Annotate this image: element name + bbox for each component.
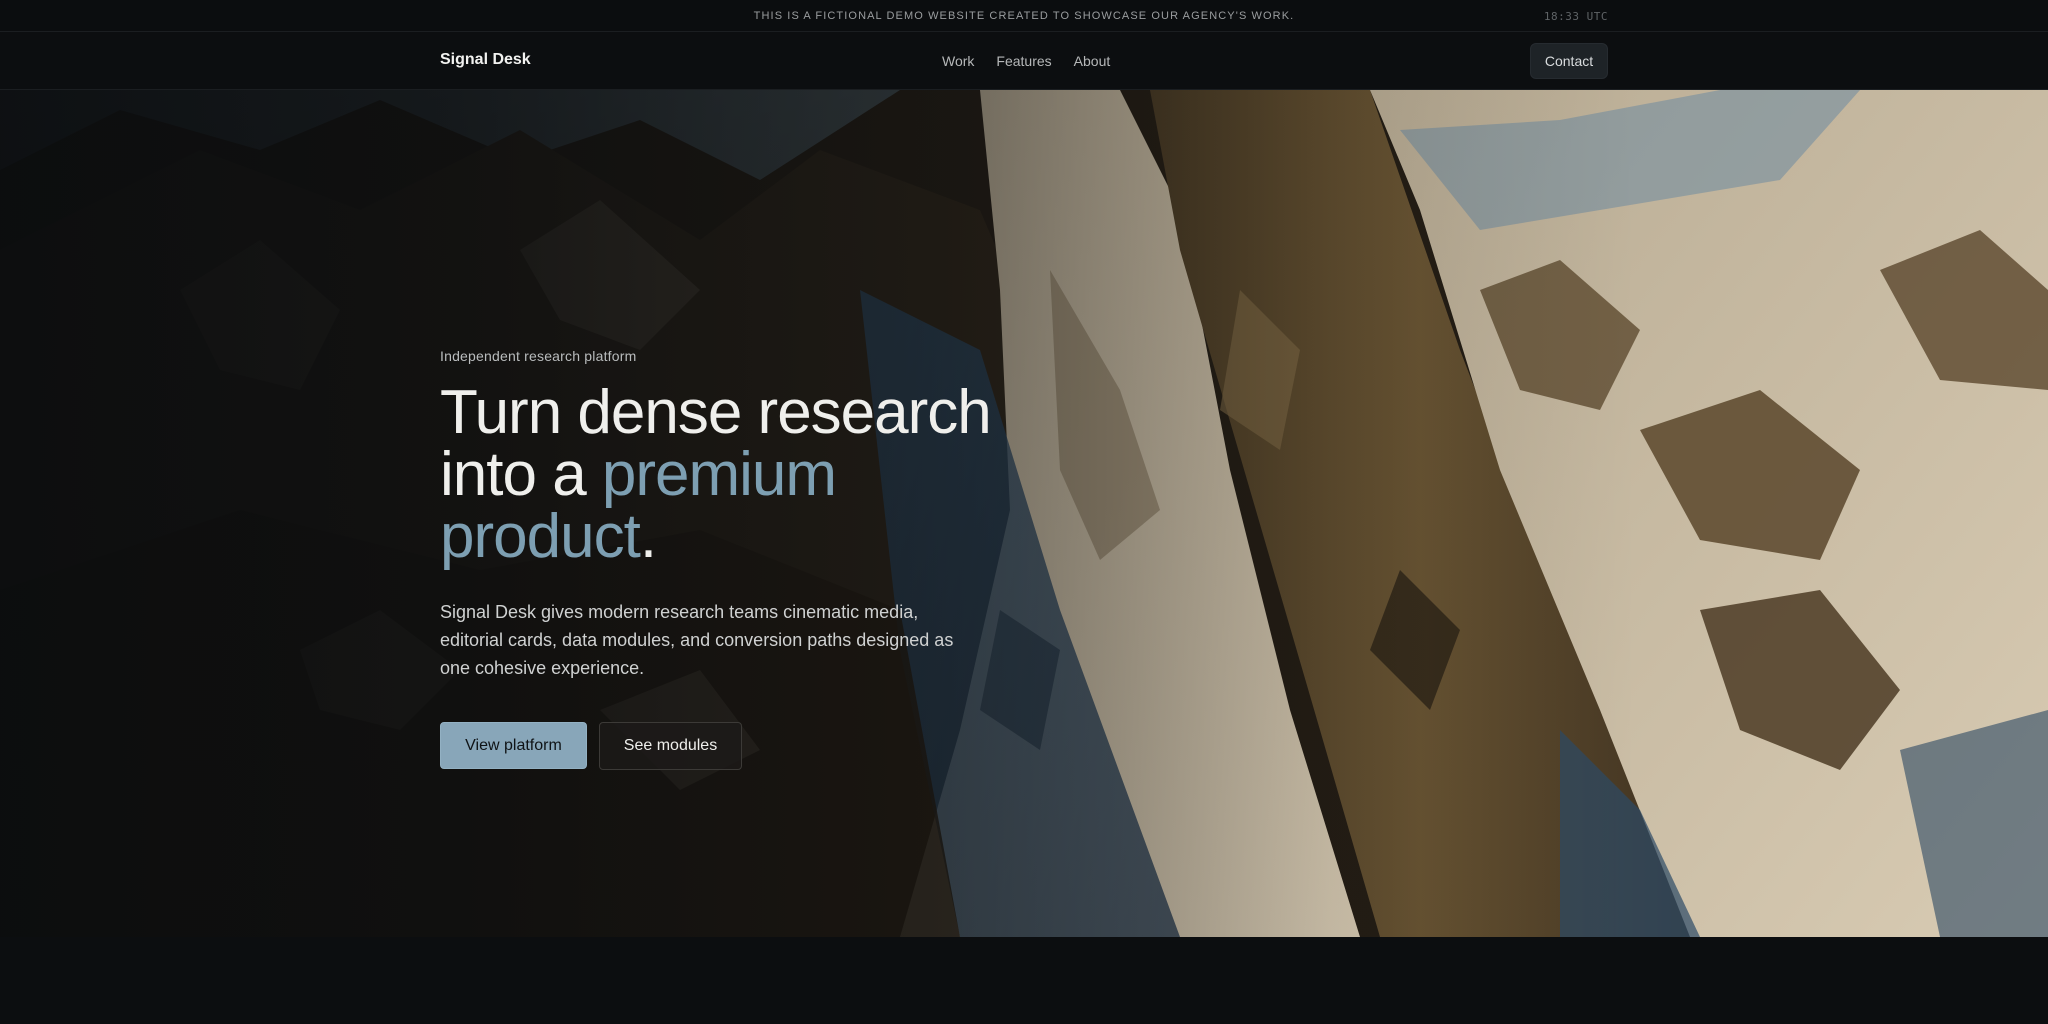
see-modules-button[interactable]: See modules [599,722,742,770]
utc-clock: 18:33 UTC [1543,10,1608,23]
hero-section: Independent research platform Turn dense… [0,90,2048,937]
view-platform-button[interactable]: View platform [440,722,587,769]
hero-cta-row: View platform See modules [440,722,1000,770]
nav-links: Work Features About [942,53,1110,69]
demo-notice-text: This is a fictional demo website created… [753,10,1295,22]
hero-eyebrow: Independent research platform [440,348,637,364]
brand-logo[interactable]: Signal Desk [440,51,531,69]
nav-link-work[interactable]: Work [942,53,974,69]
hero-headline: Turn dense research into a premium produ… [440,382,1000,568]
demo-notice-bar: This is a fictional demo website created… [0,0,2048,32]
top-navigation: Signal Desk Work Features About Contact [0,33,2048,90]
page-bottom-band [0,937,2048,1024]
nav-link-about[interactable]: About [1074,53,1111,69]
nav-link-features[interactable]: Features [996,53,1051,69]
hero-dark-overlay [0,90,2048,937]
headline-period: . [639,502,657,571]
hero-description: Signal Desk gives modern research teams … [440,602,954,678]
contact-button[interactable]: Contact [1530,43,1608,79]
hero-content: Independent research platform Turn dense… [440,348,1000,770]
